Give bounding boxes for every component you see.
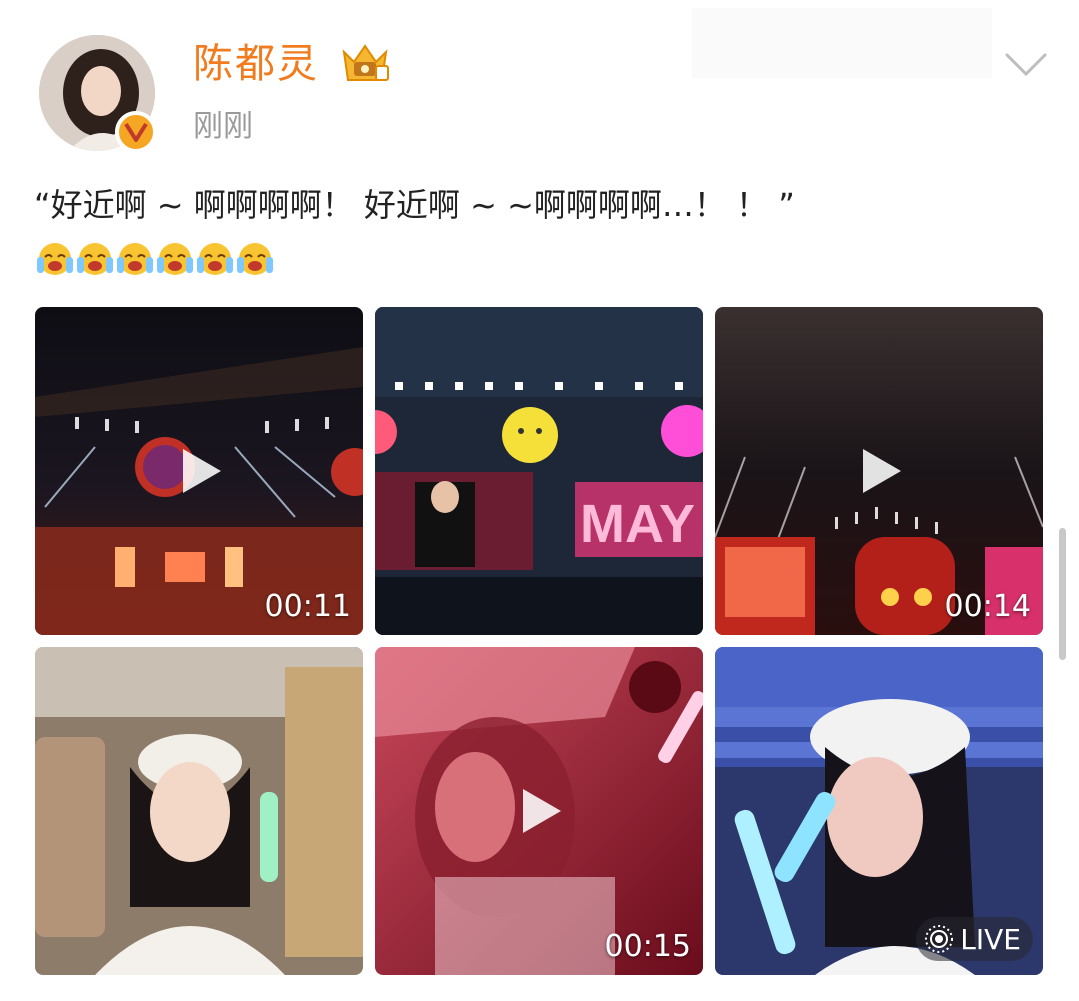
live-photo-icon: [925, 925, 954, 953]
chevron-down-icon[interactable]: [1004, 50, 1048, 80]
live-badge-label: LIVE: [960, 922, 1021, 956]
post-text: “好近啊 ~ 啊啊啊啊！ 好近啊 ~ ~啊啊啊啊…！ ！ ”: [34, 186, 795, 224]
media-grid: 00:11 MAY 00:14 00:15 LIVE: [35, 307, 1043, 975]
crying-laughing-emoji-icon: [156, 239, 194, 277]
svg-text:MAY: MAY: [580, 494, 695, 554]
media-tile-live-photo[interactable]: LIVE: [715, 647, 1043, 975]
vip-crown-icon[interactable]: [338, 40, 392, 86]
crying-laughing-emoji-icon: [196, 239, 234, 277]
crying-laughing-emoji-icon: [36, 239, 74, 277]
crying-laughing-emoji-icon: [116, 239, 154, 277]
verified-badge-icon: [115, 111, 157, 153]
post-timestamp: 刚刚: [193, 109, 253, 144]
video-duration: 00:14: [944, 589, 1031, 624]
play-icon: [183, 449, 221, 493]
media-tile-video[interactable]: 00:15: [375, 647, 703, 975]
author-name[interactable]: 陈都灵: [193, 40, 319, 88]
media-tile-video[interactable]: 00:14: [715, 307, 1043, 635]
play-icon: [863, 449, 901, 493]
play-icon: [523, 789, 561, 833]
media-tile-video[interactable]: 00:11: [35, 307, 363, 635]
author-avatar[interactable]: [39, 35, 157, 153]
car-selfie-thumbnail: [35, 647, 363, 975]
video-duration: 00:15: [604, 929, 691, 964]
live-photo-badge: LIVE: [916, 917, 1033, 961]
crying-laughing-emoji-icon: [76, 239, 114, 277]
scrollbar[interactable]: [1059, 528, 1066, 660]
media-tile-photo[interactable]: [35, 647, 363, 975]
header-background-patch: [692, 8, 992, 78]
media-tile-video[interactable]: MAY: [375, 307, 703, 635]
video-duration: 00:11: [264, 589, 351, 624]
crying-laughing-emoji-icon: [236, 239, 274, 277]
emoji-row: [36, 239, 274, 279]
stage-screens-thumbnail: MAY: [375, 307, 703, 635]
